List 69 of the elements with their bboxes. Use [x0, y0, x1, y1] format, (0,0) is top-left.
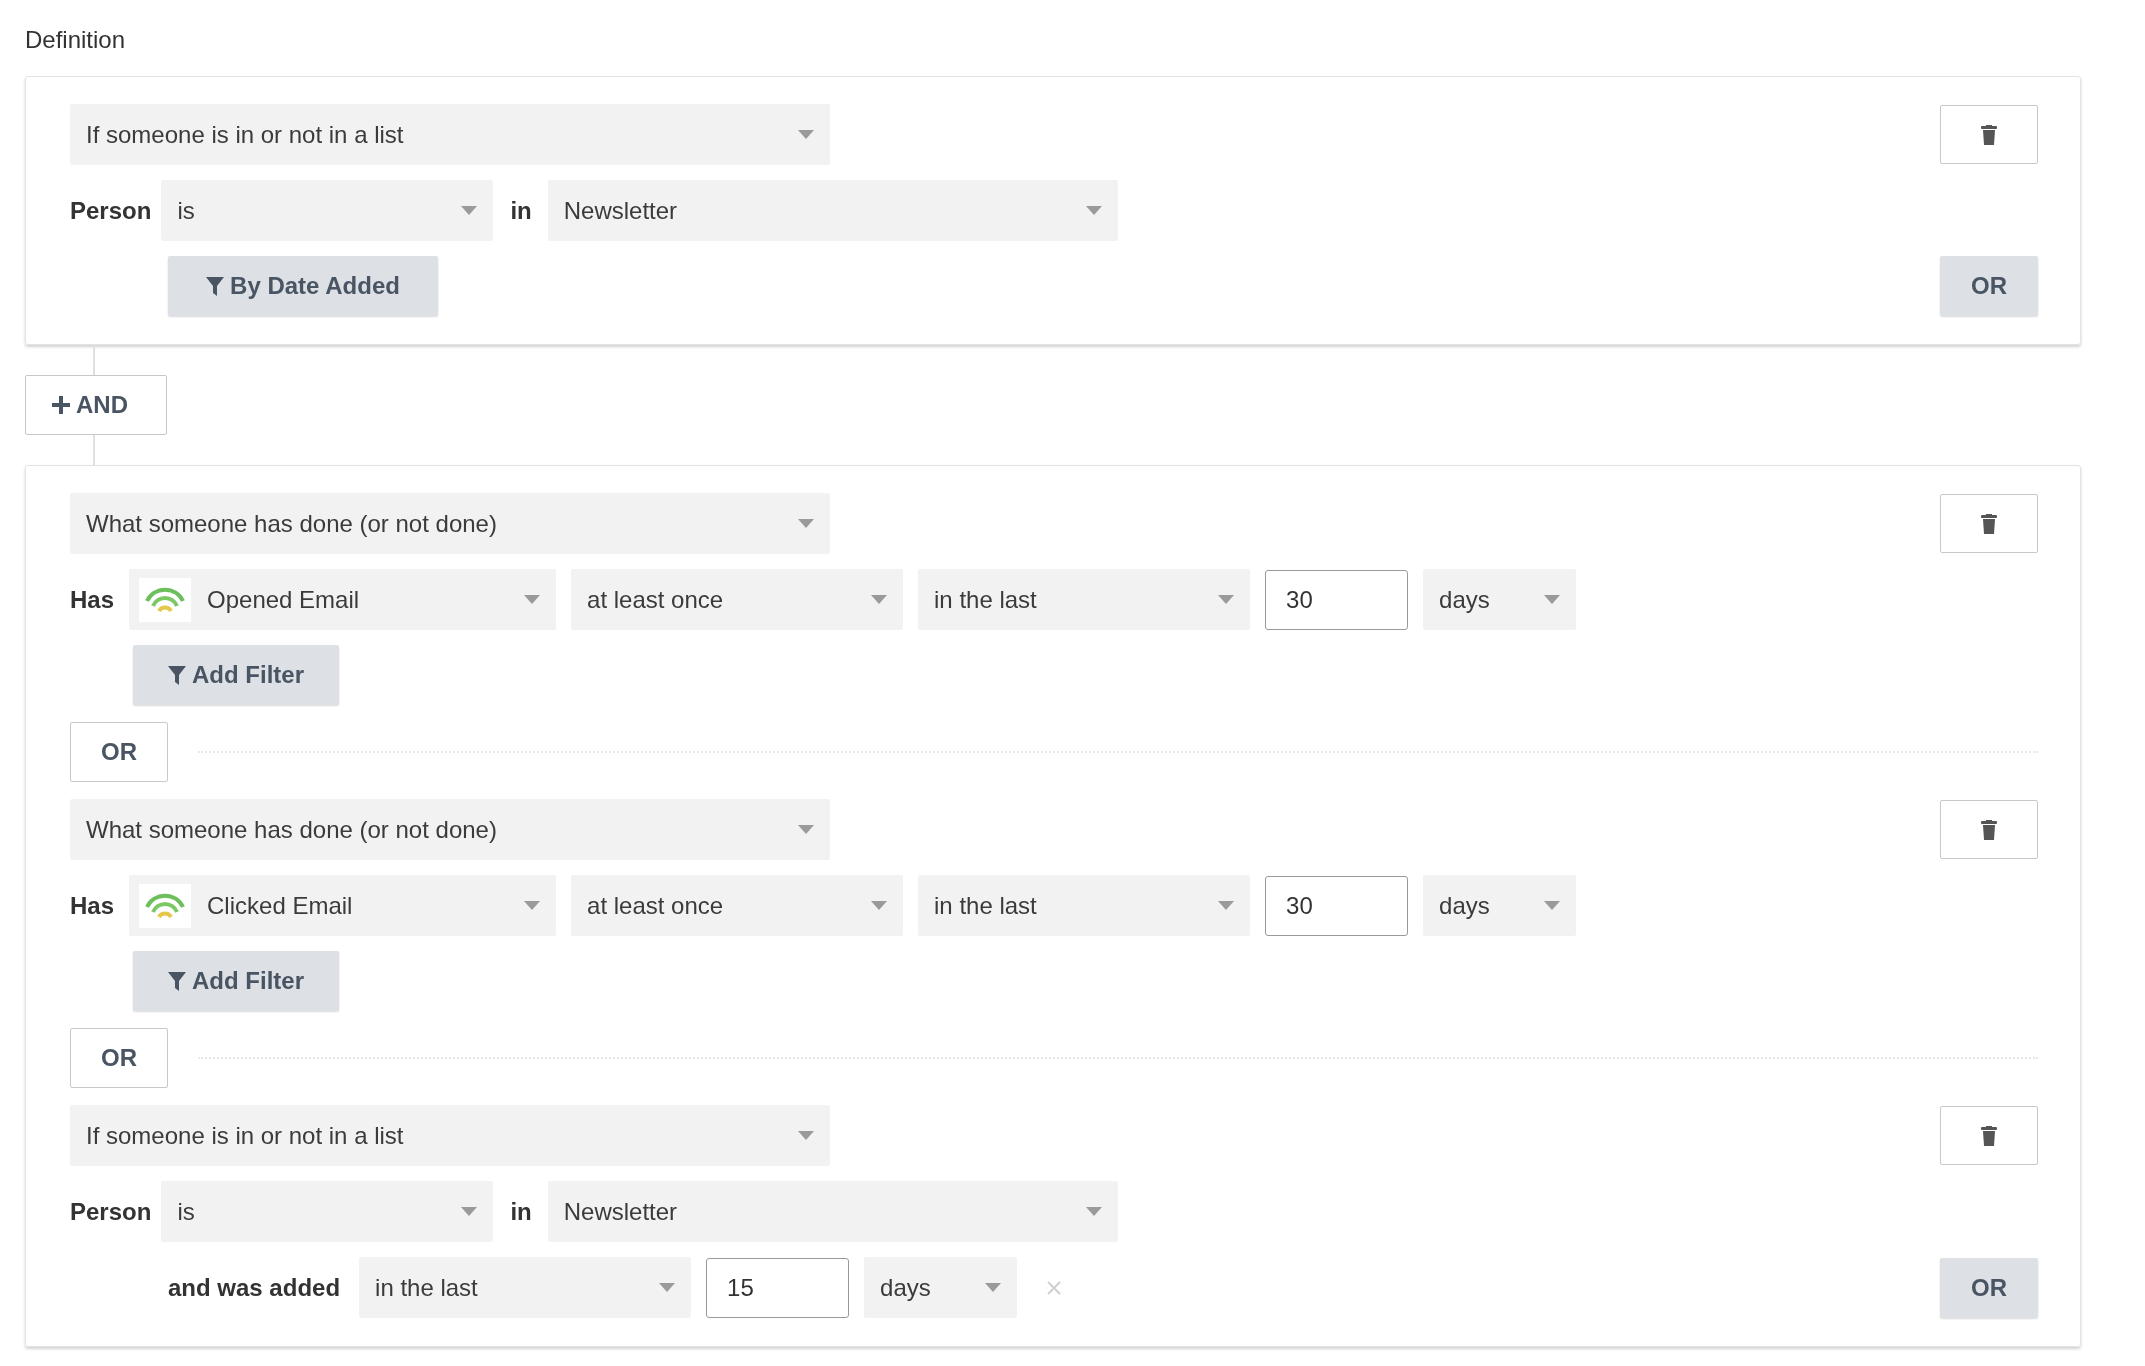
number-field[interactable]: 15: [706, 1257, 850, 1318]
trash-icon: [1981, 1125, 1997, 1146]
dropdown[interactable]: days: [1423, 875, 1577, 936]
filter-button[interactable]: Add Filter: [133, 645, 339, 705]
dropdown[interactable]: in the last: [918, 875, 1251, 936]
caret-icon: [524, 595, 541, 604]
condition-type-dropdown[interactable]: If someone is in or not in a list: [70, 1105, 830, 1166]
field-label: Person: [70, 195, 152, 226]
section-title: Definition: [25, 25, 126, 55]
filter-button[interactable]: By Date Added: [168, 256, 438, 316]
dropdown[interactable]: is: [161, 1181, 494, 1242]
number-field[interactable]: 30: [1265, 569, 1409, 630]
caret-icon: [1218, 595, 1235, 604]
field-label: in: [510, 1196, 532, 1227]
dropdown[interactable]: at least once: [571, 875, 904, 936]
dropdown[interactable]: in the last: [359, 1257, 692, 1318]
caret-icon: [798, 825, 814, 834]
caret-icon: [461, 206, 478, 215]
delete-button[interactable]: [1940, 800, 2038, 859]
caret-icon: [524, 901, 541, 910]
caret-icon: [461, 1207, 478, 1216]
plus-icon: [52, 396, 70, 414]
caret-icon: [1544, 595, 1561, 604]
condition-type-dropdown[interactable]: If someone is in or not in a list: [70, 104, 830, 165]
trash-icon: [1981, 819, 1997, 840]
or-button[interactable]: OR: [70, 722, 168, 782]
caret-icon: [659, 1283, 676, 1292]
or-button[interactable]: OR: [70, 1028, 168, 1088]
filter-icon: [168, 971, 186, 991]
field-label: Has: [70, 584, 115, 615]
delete-button[interactable]: [1940, 105, 2038, 164]
field-label: Person: [70, 1196, 152, 1227]
dropdown[interactable]: Newsletter: [547, 1181, 1118, 1242]
delete-button[interactable]: [1940, 1106, 2038, 1165]
caret-icon: [871, 595, 888, 604]
trash-icon: [1981, 124, 1997, 145]
caret-icon: [985, 1283, 1002, 1292]
or-button[interactable]: OR: [1940, 256, 2038, 316]
signal-icon: [145, 586, 186, 613]
filter-button[interactable]: Add Filter: [133, 951, 339, 1011]
caret-icon: [871, 901, 888, 910]
dropdown[interactable]: is: [161, 180, 494, 241]
trash-icon: [1981, 513, 1997, 534]
delete-button[interactable]: [1940, 494, 2038, 553]
dropdown[interactable]: at least once: [571, 569, 904, 630]
event-dropdown[interactable]: Clicked Email: [129, 875, 557, 936]
field-label: in: [510, 195, 532, 226]
caret-icon: [1085, 206, 1102, 215]
signal-icon: [145, 892, 186, 919]
dropdown[interactable]: Newsletter: [547, 180, 1118, 241]
or-button[interactable]: OR: [1940, 1257, 2038, 1318]
field-label: Has: [70, 890, 115, 921]
field-label: and was added: [168, 1272, 341, 1303]
event-dropdown[interactable]: Opened Email: [129, 569, 557, 630]
filter-icon: [206, 276, 225, 296]
caret-icon: [1544, 901, 1561, 910]
dropdown[interactable]: days: [864, 1257, 1018, 1318]
filter-icon: [168, 665, 186, 685]
caret-icon: [798, 1131, 814, 1140]
caret-icon: [798, 130, 814, 139]
number-field[interactable]: 30: [1265, 875, 1409, 936]
condition-type-dropdown[interactable]: What someone has done (or not done): [70, 799, 830, 860]
caret-icon: [798, 519, 814, 528]
add-and-button[interactable]: AND: [25, 375, 167, 435]
caret-icon: [1085, 1207, 1102, 1216]
caret-icon: [1218, 901, 1235, 910]
dropdown[interactable]: in the last: [918, 569, 1251, 630]
condition-type-dropdown[interactable]: What someone has done (or not done): [70, 493, 830, 554]
dropdown[interactable]: days: [1423, 569, 1577, 630]
